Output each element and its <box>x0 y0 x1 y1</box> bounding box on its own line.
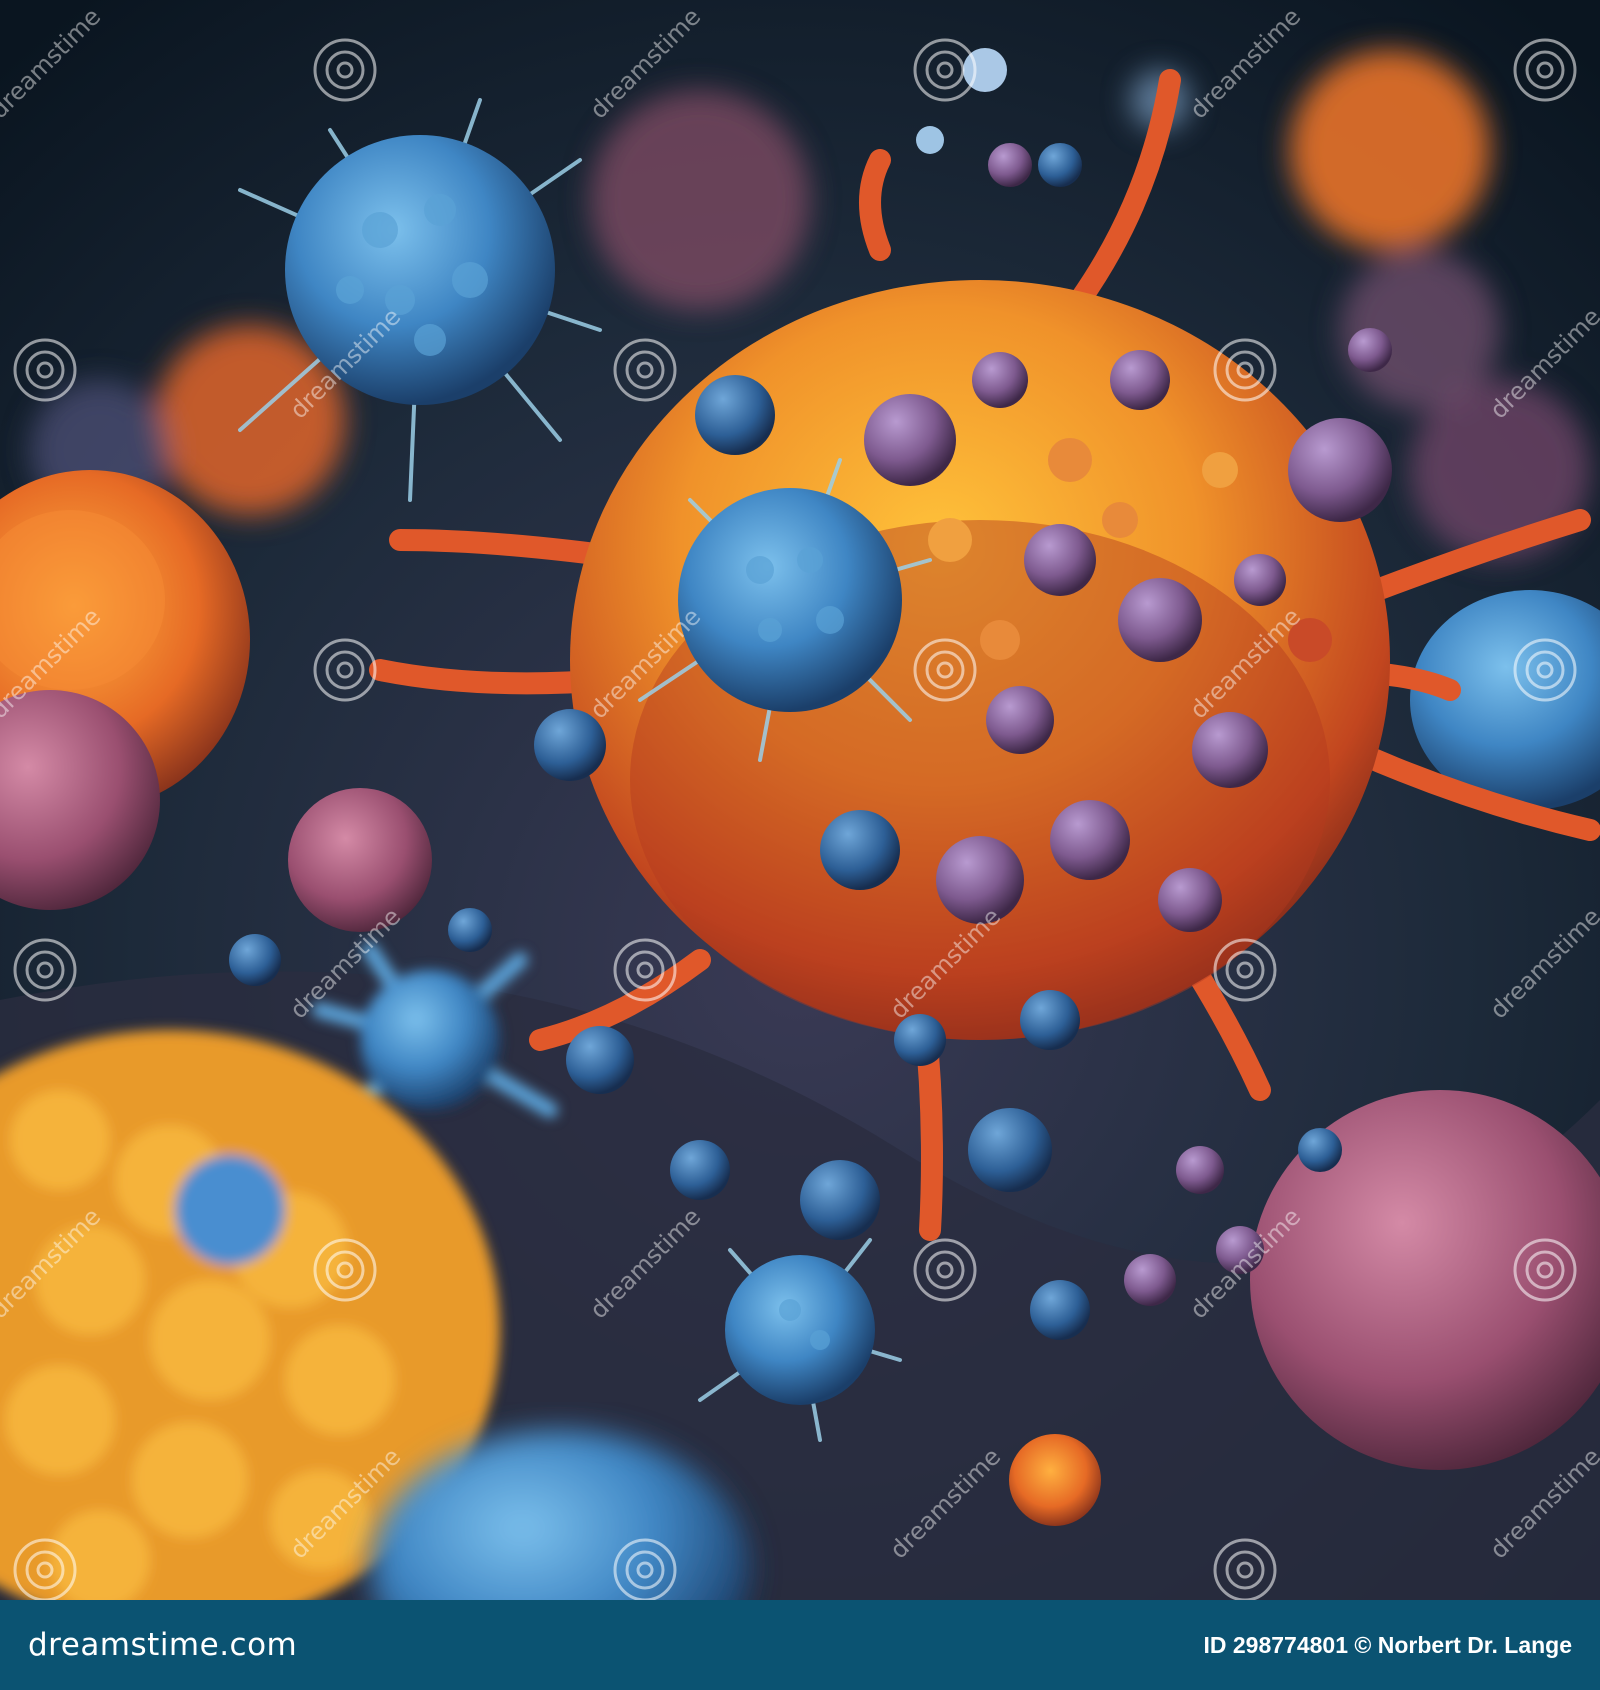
footer-bar: dreamstime.com ID 298774801 © Norbert Dr… <box>0 1600 1600 1690</box>
image-credit: ID 298774801 © Norbert Dr. Lange <box>1203 1631 1573 1658</box>
scene-image: dreamstime dreamstime dreamstime dreamst… <box>0 0 1600 1600</box>
small-orange-particle <box>1009 1434 1101 1526</box>
brand-link[interactable]: dreamstime.com <box>28 1627 297 1663</box>
